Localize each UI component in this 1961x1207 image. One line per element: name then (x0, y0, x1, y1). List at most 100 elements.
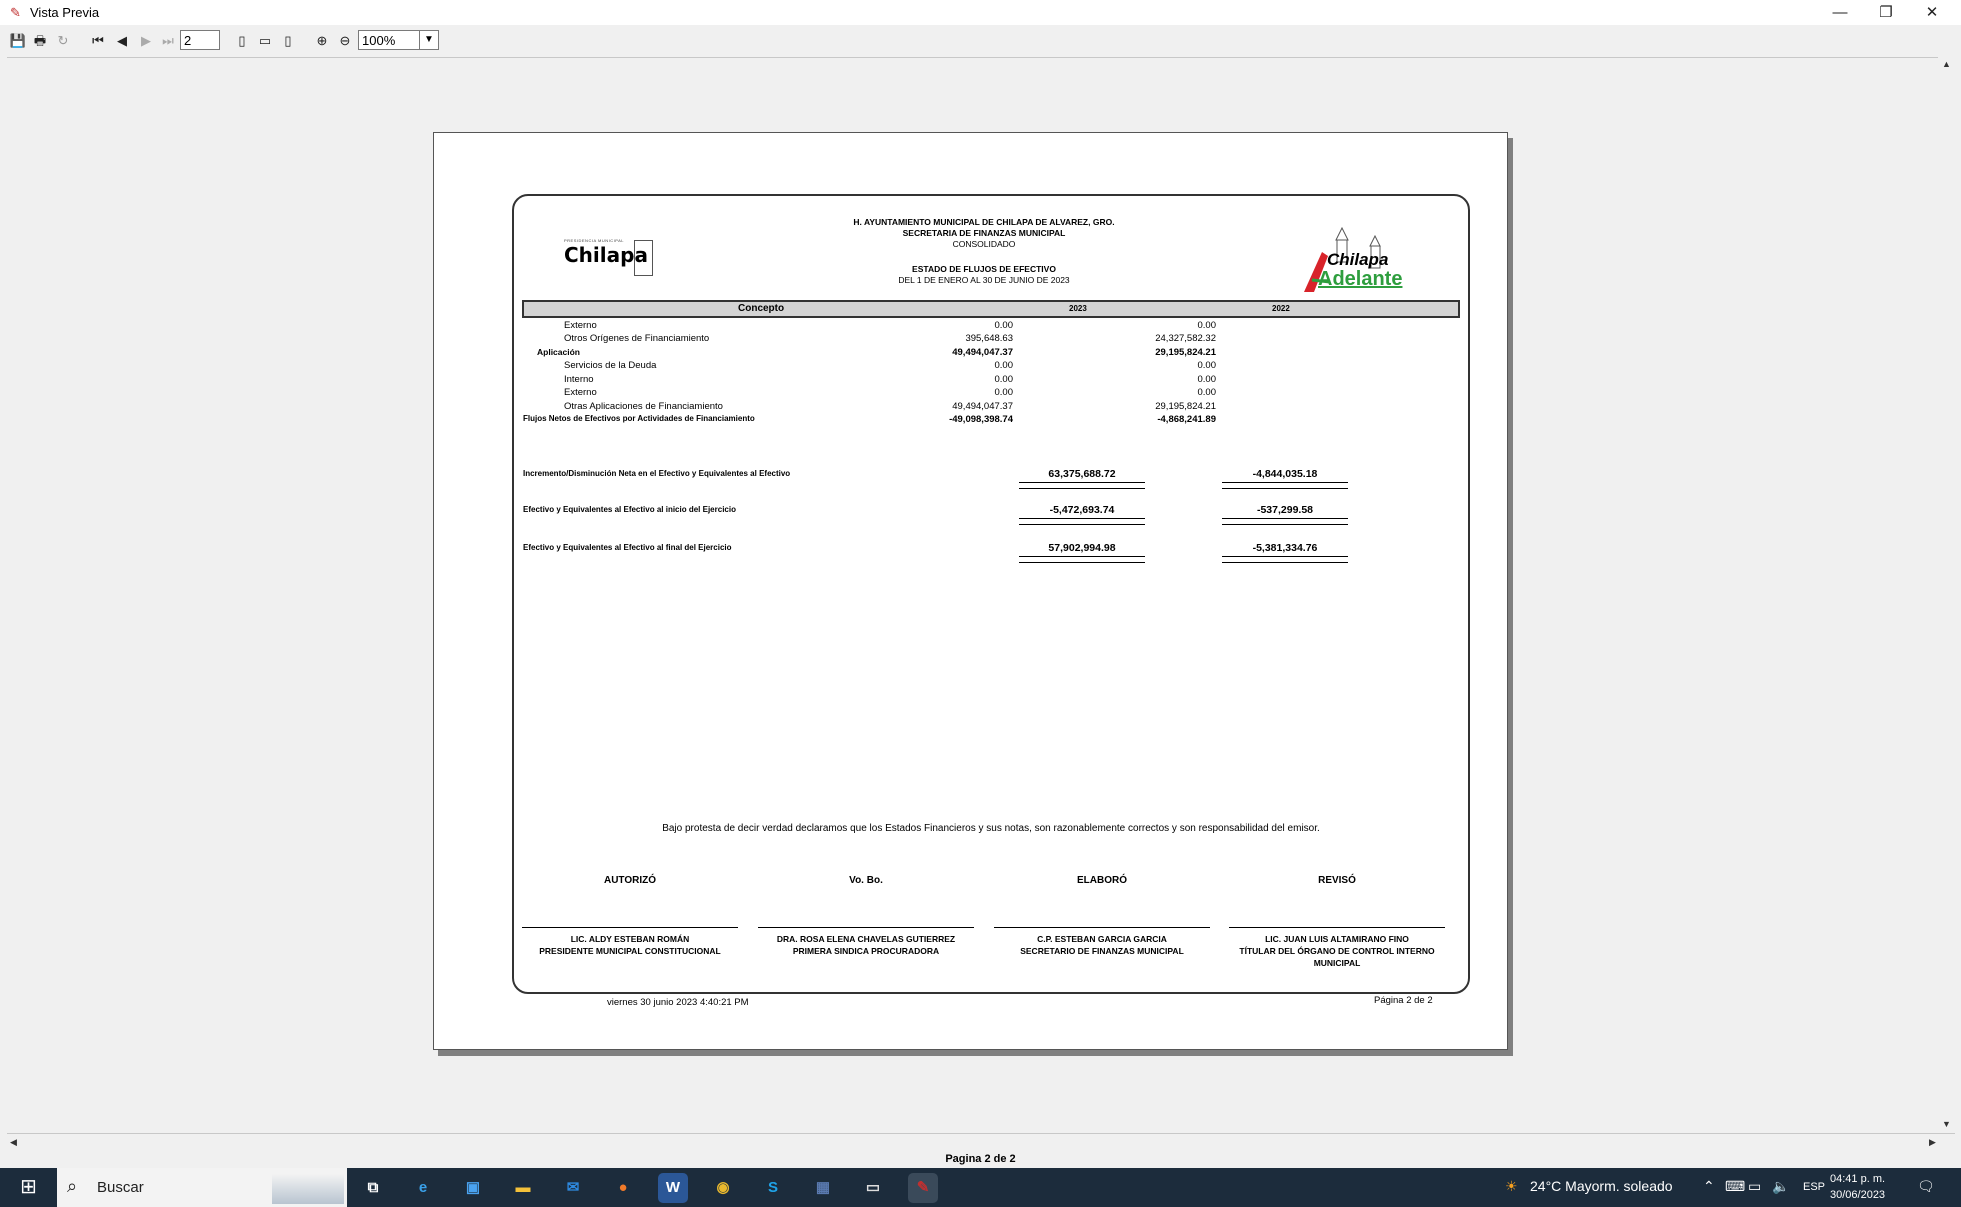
restore-button[interactable]: ❐ (1863, 0, 1909, 25)
footer-date: viernes 30 junio 2023 4:40:21 PM (607, 997, 749, 1008)
vista-previa-taskbar-icon[interactable]: ✎ (908, 1173, 938, 1203)
header-statement-title: ESTADO DE FLUJOS DE EFECTIVO (912, 264, 1056, 274)
row-value-2023: 395,648.63 (965, 333, 1013, 344)
header-municipality: H. AYUNTAMIENTO MUNICIPAL DE CHILAPA DE … (853, 217, 1115, 227)
task-view-icon[interactable]: ⧉ (358, 1173, 388, 1203)
signature-block: LIC. JUAN LUIS ALTAMIRANO FINO TÍTULAR D… (1229, 933, 1445, 969)
row-label: Aplicación (537, 347, 580, 357)
signature-line (1229, 927, 1445, 928)
signature-block: LIC. ALDY ESTEBAN ROMÁN PRESIDENTE MUNIC… (522, 933, 738, 957)
vertical-scrollbar[interactable]: ▲ ▼ (1938, 57, 1955, 1133)
print-icon[interactable]: 🖶 (30, 30, 50, 52)
signatory-name: C.P. ESTEBAN GARCIA GARCIA (1037, 934, 1167, 944)
column-concepto: Concepto (738, 303, 785, 314)
page-width-icon[interactable]: ▭ (255, 30, 275, 52)
zoom-out-icon[interactable]: ⊖ (335, 30, 355, 52)
store-icon[interactable]: ▣ (458, 1173, 488, 1203)
skype-icon[interactable]: S (758, 1173, 788, 1203)
terminal-icon[interactable]: ▭ (858, 1173, 888, 1203)
row-value-2022: 24,327,582.32 (1155, 333, 1216, 344)
signature-block: C.P. ESTEBAN GARCIA GARCIA SECRETARIO DE… (994, 933, 1210, 957)
close-button[interactable]: ✕ (1909, 0, 1955, 25)
clock-time: 04:41 p. m. (1830, 1173, 1886, 1185)
zoom-dropdown-icon[interactable]: ▼ (419, 30, 439, 50)
chilapa-logo-left: PRESIDENCIA MUNICIPAL Chilapa (564, 238, 653, 276)
edge-icon[interactable]: e (408, 1173, 438, 1203)
signature-block: DRA. ROSA ELENA CHAVELAS GUTIERREZ PRIME… (758, 933, 974, 957)
zoom-select[interactable]: 100% (358, 30, 420, 50)
zoom-in-icon[interactable]: ⊕ (312, 30, 332, 52)
next-page-icon[interactable]: ▶ (136, 30, 156, 52)
first-page-icon[interactable]: ⏮ (88, 30, 108, 52)
total-value-2022: -537,299.58 (1222, 504, 1348, 525)
row-value-2022: 0.00 (1197, 387, 1217, 398)
refresh-icon[interactable]: ↻ (53, 30, 73, 52)
network-icon[interactable]: ⌨ (1725, 1178, 1745, 1195)
row-label: Externo (564, 387, 597, 398)
scroll-up-icon[interactable]: ▲ (1942, 59, 1951, 69)
signatory-title: TÍTULAR DEL ÓRGANO DE CONTROL INTERNO MU… (1239, 946, 1435, 968)
scroll-right-icon[interactable]: ▶ (1929, 1137, 1936, 1148)
page-number-input[interactable]: 2 (180, 30, 220, 50)
total-value-2022: -5,381,334.76 (1222, 542, 1348, 563)
windows-start-icon[interactable]: ⊞ (0, 1168, 57, 1207)
footer-page-number: Página 2 de 2 (1374, 995, 1433, 1006)
signature-role: REVISÓ (1318, 875, 1356, 886)
chrome-icon[interactable]: ◉ (708, 1173, 738, 1203)
horizontal-scrollbar[interactable]: ◀ ▶ (7, 1133, 1955, 1151)
mail-icon[interactable]: ✉ (558, 1173, 588, 1203)
tower-icon (634, 240, 653, 276)
row-value-2023: 0.00 (994, 320, 1014, 331)
signatory-title: PRIMERA SINDICA PROCURADORA (792, 946, 940, 956)
notifications-icon[interactable]: 🗨 (1917, 1178, 1935, 1195)
signature-role: Vo. Bo. (849, 875, 883, 886)
logo-right-line1: Chilapa (1327, 250, 1389, 269)
search-placeholder: Buscar (97, 1179, 144, 1196)
signature-role: ELABORÓ (1077, 875, 1127, 886)
chilapa-adelante-logo: Chilapa Adelante (1300, 216, 1410, 296)
taskbar-clock[interactable]: 04:41 p. m. 30/06/2023 (1830, 1171, 1885, 1203)
scroll-down-icon[interactable]: ▼ (1942, 1119, 1951, 1129)
status-page-indicator: Pagina 2 de 2 (0, 1150, 1961, 1168)
last-page-icon[interactable]: ⏭ (158, 30, 178, 52)
calculator-icon[interactable]: ▦ (808, 1173, 838, 1203)
scroll-left-icon[interactable]: ◀ (10, 1137, 17, 1148)
total-value-2023: 63,375,688.72 (1019, 468, 1145, 489)
report-page: PRESIDENCIA MUNICIPAL Chilapa H. AYUNTAM… (433, 132, 1508, 1050)
volume-icon[interactable]: 🔈 (1772, 1178, 1789, 1195)
word-icon[interactable]: W (658, 1173, 688, 1203)
row-value-2023: 49,494,047.37 (952, 347, 1013, 358)
report-frame: PRESIDENCIA MUNICIPAL Chilapa H. AYUNTAM… (512, 194, 1470, 994)
minimize-button[interactable]: — (1817, 0, 1863, 25)
multi-page-icon[interactable]: ▯ (278, 30, 298, 52)
window-title: Vista Previa (30, 5, 100, 20)
row-value-2022: 29,195,824.21 (1155, 401, 1216, 412)
total-value-2022: -4,844,035.18 (1222, 468, 1348, 489)
taskbar-search[interactable]: ⌕ Buscar (57, 1168, 347, 1207)
firefox-icon[interactable]: ● (608, 1173, 638, 1203)
display-icon[interactable]: ▭ (1748, 1178, 1761, 1195)
row-label: Externo (564, 320, 597, 331)
file-explorer-icon[interactable]: ▬ (508, 1173, 538, 1203)
signature-line (994, 927, 1210, 928)
search-highlight-image (272, 1174, 344, 1204)
language-indicator[interactable]: ESP (1803, 1181, 1825, 1193)
row-value-2023: 49,494,047.37 (952, 401, 1013, 412)
chevron-up-icon[interactable]: ⌃ (1703, 1178, 1715, 1195)
row-label: Interno (564, 374, 594, 385)
previous-page-icon[interactable]: ◀ (112, 30, 132, 52)
signature-line (522, 927, 738, 928)
total-value-2023: -5,472,693.74 (1019, 504, 1145, 525)
signatory-name: LIC. JUAN LUIS ALTAMIRANO FINO (1265, 934, 1409, 944)
single-page-icon[interactable]: ▯ (232, 30, 252, 52)
row-value-2023: -49,098,398.74 (949, 414, 1013, 425)
clock-date: 30/06/2023 (1830, 1189, 1886, 1201)
signatory-name: DRA. ROSA ELENA CHAVELAS GUTIERREZ (776, 934, 956, 944)
total-label: Efectivo y Equivalentes al Efectivo al i… (523, 505, 736, 514)
weather-icon[interactable]: ☀ (1505, 1178, 1518, 1195)
row-value-2022: 29,195,824.21 (1155, 347, 1216, 358)
row-value-2023: 0.00 (994, 387, 1014, 398)
save-icon[interactable]: 💾 (8, 30, 28, 52)
total-label: Efectivo y Equivalentes al Efectivo al f… (523, 543, 732, 552)
weather-text[interactable]: 24°C Mayorm. soleado (1530, 1178, 1673, 1194)
